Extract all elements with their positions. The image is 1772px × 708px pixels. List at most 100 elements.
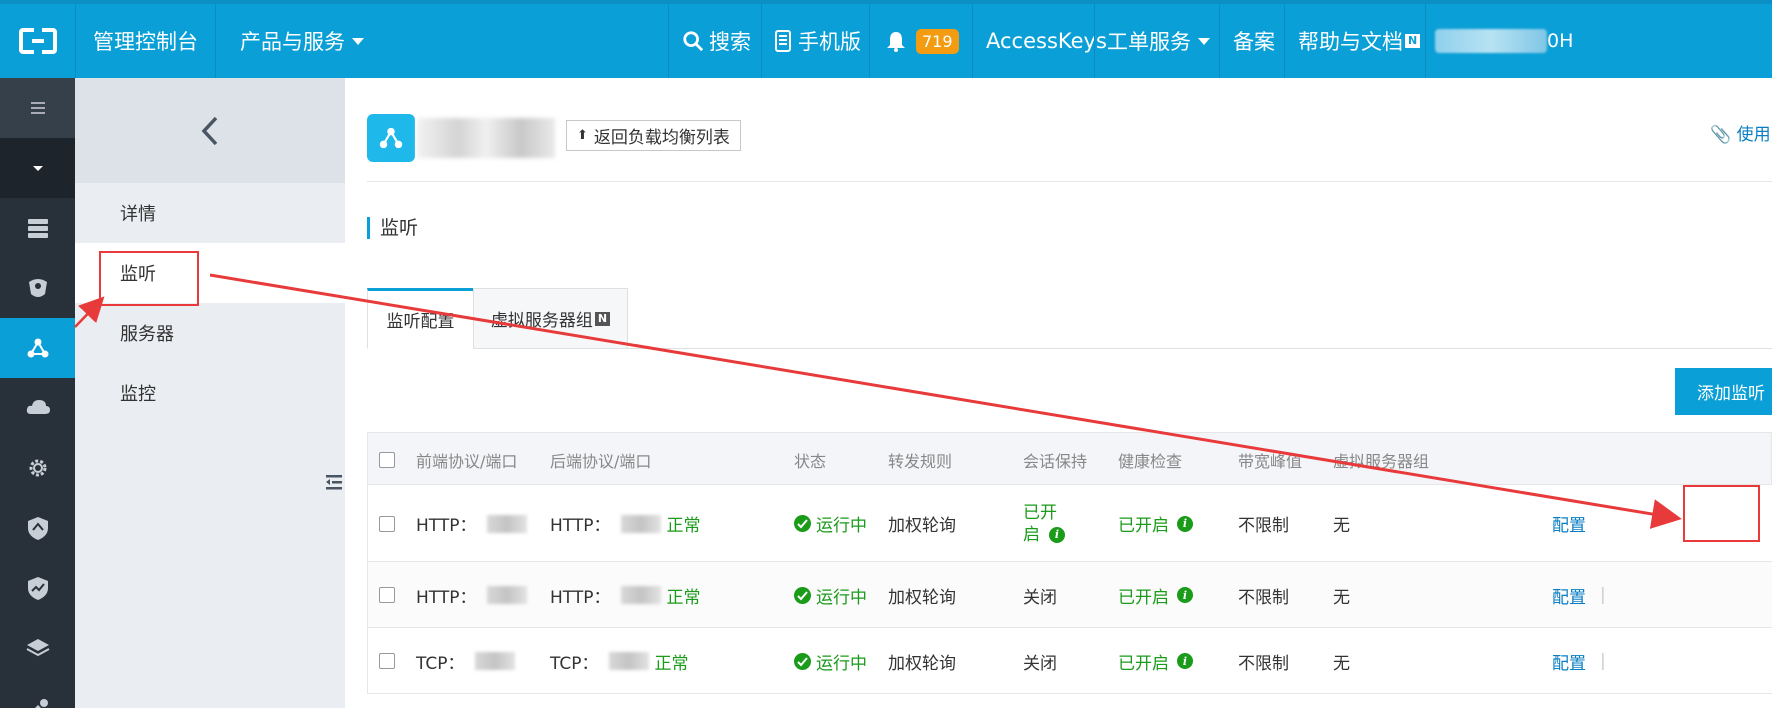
new-badge: N [594,311,611,326]
search-button[interactable]: 搜索 [682,4,751,78]
bandwidth: 不限制 [1238,516,1289,536]
configure-link[interactable]: 配置 [1552,583,1586,608]
configure-link[interactable]: 配置 [1552,649,1586,674]
status-badge: 运行中 [794,562,867,628]
load-balancer-icon [367,114,415,162]
shield-chart-icon [27,577,48,600]
session-persistence: 关闭 [1023,653,1057,674]
collapse-icon [326,475,342,490]
caret-down-icon [32,166,43,171]
row-checkbox[interactable] [379,628,395,694]
chevron-down-icon [352,37,364,45]
column-header: 前端协议/端口 [416,451,518,471]
notification-count-badge: 719 [916,28,959,54]
sidebar-item-security[interactable] [0,498,75,558]
upload-arrow-icon: ⬆ [577,128,588,143]
status-badge: 运行中 [794,485,867,562]
sidebar-menu-toggle[interactable] [0,78,75,138]
table-row: HTTP： HTTP： 正常 运行中 加权轮询 关闭 已开启 i 不限制 无 配置 | [367,562,1772,628]
info-icon[interactable]: i [1177,653,1193,669]
divider [367,181,1772,182]
row-checkbox[interactable] [379,562,395,628]
health-check: 已开启 i [1118,628,1193,694]
instance-subnav: 详情 监听 服务器 监控 [75,78,345,708]
accesskeys-link[interactable]: AccessKeys [986,4,1107,78]
filing-link[interactable]: 备案 [1233,4,1275,78]
column-header: 转发规则 [888,451,953,471]
column-header: 状态 [794,451,827,471]
column-header: 会话保持 [1023,451,1088,471]
instance-name-masked [417,118,555,158]
help-docs-link[interactable]: 帮助与文档 N [1298,4,1421,78]
tab-listener-config[interactable]: 监听配置 [367,288,474,349]
forward-rule: 加权轮询 [888,587,956,608]
subnav-back[interactable] [75,78,345,183]
check-icon [794,652,811,670]
subnav-item-servers[interactable]: 服务器 [75,303,345,363]
column-header: 虚拟服务器组 [1333,451,1430,471]
product-sidebar [0,78,75,708]
back-to-list-button[interactable]: ⬆ 返回负载均衡列表 [566,120,741,151]
load-balancer-icon [27,338,48,358]
tab-virtual-server-group[interactable]: 虚拟服务器组 N [473,288,628,349]
virtual-group: 无 [1333,653,1350,674]
notifications-button[interactable]: 719 [886,4,959,78]
info-icon[interactable]: i [1049,526,1065,543]
sidebar-item-tools[interactable] [0,678,75,708]
column-header: 健康检查 [1118,451,1183,471]
search-icon [683,31,704,52]
table-header: 前端协议/端口 后端协议/端口 状态 转发规则 会话保持 健康检查 带宽峰值 虚… [367,432,1772,485]
server-icon [27,219,48,238]
configure-link[interactable]: 配置 [1552,485,1586,562]
highlight-box-configure [1683,485,1760,542]
info-icon[interactable]: i [1177,587,1193,603]
bell-icon [887,32,905,52]
front-protocol: HTTP： [416,562,527,628]
sidebar-item-database[interactable] [0,258,75,318]
chevron-down-icon [1198,37,1210,45]
tickets-menu[interactable]: 工单服务 [1107,4,1210,78]
action-separator: | [1600,651,1606,671]
sidebar-item-monitor[interactable] [0,558,75,618]
back-protocol: TCP： 正常 [550,652,689,674]
sidebar-item-slb[interactable] [0,318,75,378]
row-checkbox[interactable] [379,485,395,562]
top-navbar: 管理控制台 产品与服务 搜索 手机版 719 AccessKeys 工单服务 备… [0,0,1772,78]
sidebar-item-cdn[interactable] [0,378,75,438]
sidebar-item-ecs[interactable] [0,198,75,258]
user-menu[interactable]: 0H [1435,4,1573,78]
hamburger-icon [30,102,45,114]
health-check: 已开启 i [1118,485,1193,562]
health-check: 已开启 i [1118,562,1193,628]
forward-rule: 加权轮询 [888,653,956,674]
user-name-masked [1435,29,1547,53]
info-icon[interactable]: i [1177,515,1193,532]
usage-guide-link[interactable]: 📎 使用 [1710,120,1771,145]
chevron-left-icon [201,116,218,145]
add-listener-button[interactable]: 添加监听 [1675,368,1772,415]
front-protocol: HTTP： [416,485,527,562]
sidebar-item-layers[interactable] [0,618,75,678]
layers-icon [26,639,49,657]
sidebar-item-settings[interactable] [0,438,75,498]
page-title: 监听 [367,217,418,239]
highlight-box-listener-nav [99,251,199,306]
bandwidth: 不限制 [1238,587,1289,608]
subnav-item-details[interactable]: 详情 [75,183,345,243]
column-header: 带宽峰值 [1238,451,1303,471]
logo-icon[interactable] [0,4,75,78]
phone-icon [775,30,791,52]
select-all-checkbox[interactable] [379,433,395,486]
mobile-button[interactable]: 手机版 [775,4,861,78]
session-persistence: 已开启 i [1023,485,1065,562]
products-menu[interactable]: 产品与服务 [240,4,364,78]
front-protocol: TCP： [416,628,515,694]
shield-icon [27,517,48,540]
back-protocol: HTTP： 正常 [550,586,701,608]
console-link[interactable]: 管理控制台 [93,4,198,78]
sidebar-expand-toggle[interactable] [0,138,75,198]
subnav-collapse-handle[interactable] [322,440,346,524]
gear-icon [29,459,46,477]
subnav-item-monitoring[interactable]: 监控 [75,363,345,423]
row-actions: 配置 | [1552,628,1606,694]
